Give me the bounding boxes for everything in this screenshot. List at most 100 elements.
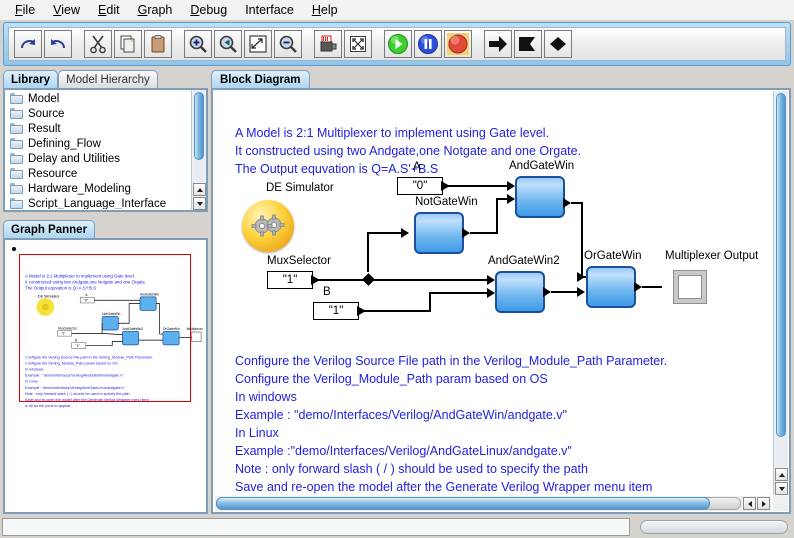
andgatewin-label: AndGateWin (509, 160, 575, 172)
redo-icon[interactable] (14, 30, 42, 58)
zoom-in-icon[interactable] (184, 30, 212, 58)
tab-library[interactable]: Library (3, 70, 58, 88)
list-item[interactable]: Defining_Flow (6, 136, 190, 151)
footer-line-5: In Linux (235, 426, 279, 440)
toolbar-separator-4 (373, 30, 383, 58)
panner-canvas[interactable]: A Model is 2:1 Multiplexer to implement … (7, 242, 204, 510)
wire-not-h1 (470, 232, 498, 234)
zoom-out-icon[interactable] (274, 30, 302, 58)
scroll-down-button[interactable] (193, 197, 206, 210)
scroll-up-button[interactable] (193, 183, 206, 196)
stop-icon[interactable] (444, 30, 472, 58)
menu-debug[interactable]: Debug (181, 2, 236, 18)
block-diagram-panel: A Model is 2:1 Multiplexer to implement … (211, 88, 791, 514)
cut-scissors-icon[interactable] (84, 30, 112, 58)
list-item[interactable]: Hardware_Modeling (6, 181, 190, 196)
svg-text:AndGateWin2: AndGateWin2 (122, 327, 143, 331)
run-icon[interactable] (384, 30, 412, 58)
menu-help[interactable]: Help (303, 2, 347, 18)
zoom-fit-icon[interactable] (244, 30, 272, 58)
menu-interface[interactable]: Interface (236, 2, 303, 18)
const-a-block[interactable]: "0" (397, 177, 443, 195)
menu-graph[interactable]: Graph (129, 2, 182, 18)
graph-panner-panel[interactable]: A Model is 2:1 Multiplexer to implement … (3, 238, 208, 514)
library-list[interactable]: Model Source Result Defining_Flow Delay … (6, 91, 190, 209)
block-diagram-canvas[interactable]: A Model is 2:1 Multiplexer to implement … (215, 92, 771, 494)
tab-model-hierarchy[interactable]: Model Hierarchy (58, 70, 158, 88)
tab-graph-panner[interactable]: Graph Panner (3, 220, 96, 238)
folder-icon (10, 93, 23, 104)
svg-text:Configure the Verilog Source F: Configure the Verilog Source File path i… (25, 355, 153, 359)
toolbar-inner (8, 27, 786, 61)
copy-icon[interactable] (114, 30, 142, 58)
menu-view[interactable]: View (44, 2, 89, 18)
svg-text:OrGateWin: OrGateWin (163, 327, 180, 331)
list-item[interactable]: Delay and Utilities (6, 151, 190, 166)
library-vertical-scrollbar[interactable] (191, 90, 206, 210)
library-panel: Model Source Result Defining_Flow Delay … (3, 88, 208, 212)
list-item[interactable]: Model (6, 91, 190, 106)
menu-file[interactable]: File (6, 2, 44, 18)
scroll-up-button[interactable] (775, 468, 788, 481)
header-line-3: The Output equvation is Q=A.S'+B.S (235, 162, 439, 176)
scroll-left-button[interactable] (743, 497, 756, 510)
paste-icon[interactable] (144, 30, 172, 58)
list-item[interactable]: Resource (6, 166, 190, 181)
de-simulator-icon[interactable] (242, 200, 294, 252)
wire-and1-v (581, 202, 583, 278)
svg-text:A: A (85, 293, 88, 297)
svg-text:The Output equvation is Q=A.S': The Output equvation is Q=A.S'+B.S (25, 285, 96, 290)
menu-edit[interactable]: Edit (89, 2, 129, 18)
notgatewin-block[interactable] (414, 212, 464, 254)
tab-block-diagram[interactable]: Block Diagram (211, 70, 310, 88)
library-item-label: Hardware_Modeling (28, 182, 131, 195)
const-b-block[interactable]: "1" (313, 302, 359, 320)
scrollbar-thumb[interactable] (194, 92, 204, 160)
scrollbar-thumb[interactable] (216, 497, 710, 510)
multiplexer-output-port[interactable] (674, 271, 706, 303)
header-line-2: It constructed using two Andgate,one Not… (235, 144, 582, 158)
pause-icon[interactable] (414, 30, 442, 58)
list-item[interactable]: Script_Language_Interface (6, 196, 190, 209)
folder-icon (10, 198, 23, 209)
andgatewin-block[interactable] (515, 176, 565, 218)
wire-sel-to-not (367, 232, 401, 234)
muxselector-block[interactable]: "1" (267, 271, 313, 289)
toolbar-separator-1 (73, 30, 83, 58)
scroll-right-button[interactable] (757, 497, 770, 510)
wire-sel-v (367, 232, 369, 272)
fullscreen-icon[interactable] (344, 30, 372, 58)
diamond-icon[interactable] (544, 30, 572, 58)
wire-b-h2 (429, 292, 489, 294)
scroll-down-button[interactable] (775, 482, 788, 495)
list-item[interactable]: Source (6, 106, 190, 121)
left-pane: Library Model Hierarchy Model Source Res… (3, 70, 208, 514)
wire-b-v (429, 292, 431, 312)
toolbar (3, 22, 791, 66)
arrow-sel-into-and2 (487, 275, 495, 285)
svg-text:In Linux: In Linux (25, 380, 38, 384)
diagram-horizontal-scrollbar[interactable] (215, 496, 771, 511)
graph-panner-section: Graph Panner A Model is 2:1 Multiplexer … (3, 220, 208, 514)
orgatewin-block[interactable] (586, 266, 636, 308)
folder-icon (10, 183, 23, 194)
svg-text:AndGateWin: AndGateWin (140, 293, 159, 297)
scrollbar-thumb[interactable] (776, 93, 786, 437)
arrow-a-in (507, 181, 515, 191)
wire-junction (362, 273, 375, 286)
andgatewin2-block[interactable] (495, 271, 545, 313)
svg-text:In windows: In windows (25, 368, 43, 372)
list-item[interactable]: Result (6, 121, 190, 136)
svg-text:It constructed using two Andga: It constructed using two Andgate,one Not… (25, 279, 146, 284)
print-icon[interactable] (314, 30, 342, 58)
multiplexer-output-label: Multiplexer Output (665, 250, 759, 262)
svg-text:Save and re-open the model aft: Save and re-open the model after the Gen… (25, 398, 149, 402)
undo-icon[interactable] (44, 30, 72, 58)
zoom-reset-icon[interactable] (214, 30, 242, 58)
toolbar-separator-5 (473, 30, 483, 58)
notgatewin-label: NotGateWin (415, 196, 478, 208)
flag-icon[interactable] (514, 30, 542, 58)
step-arrow-icon[interactable] (484, 30, 512, 58)
diagram-vertical-scrollbar[interactable] (773, 91, 788, 495)
svg-text:NotGateWin: NotGateWin (102, 312, 120, 316)
